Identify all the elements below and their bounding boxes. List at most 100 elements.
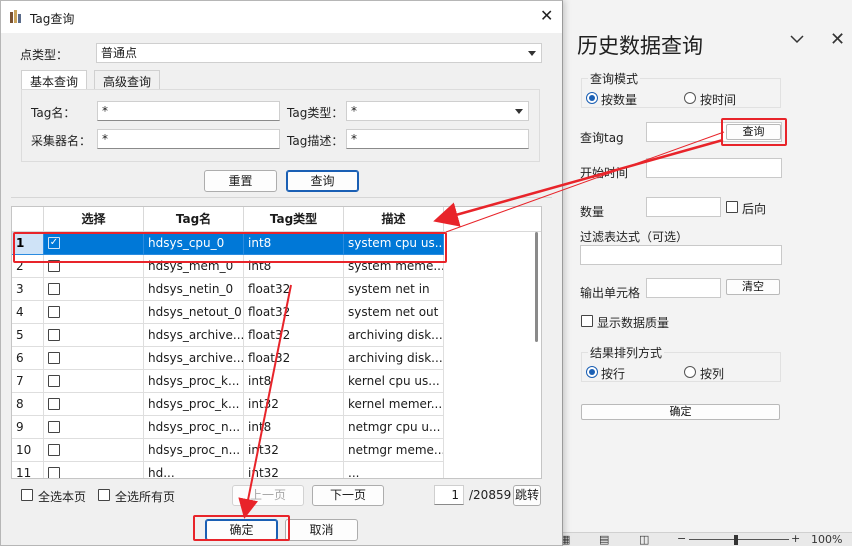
point-type-select[interactable]: 普通点 xyxy=(96,43,542,63)
mode-count-radio[interactable] xyxy=(586,92,598,104)
col-tag-name[interactable]: Tag名 xyxy=(144,207,244,232)
select-cell[interactable] xyxy=(44,324,144,347)
select-cell[interactable] xyxy=(44,347,144,370)
zoom-slider[interactable] xyxy=(689,539,789,540)
tag-name-cell: hdsys_archive... xyxy=(144,324,244,347)
row-checkbox[interactable] xyxy=(48,352,60,364)
backward-checkbox[interactable] xyxy=(726,201,738,213)
select-cell[interactable] xyxy=(44,462,144,478)
zoom-plus-button[interactable]: + xyxy=(791,532,800,545)
select-cell[interactable] xyxy=(44,439,144,462)
sort-row-radio[interactable] xyxy=(586,366,598,378)
select-cell[interactable] xyxy=(44,370,144,393)
row-checkbox[interactable] xyxy=(48,467,60,478)
collector-label: 采集器名： xyxy=(31,134,92,148)
mode-time-radio[interactable] xyxy=(684,92,696,104)
start-time-input[interactable] xyxy=(646,158,782,178)
page-number-input[interactable]: 1 xyxy=(434,485,464,505)
cancel-button[interactable]: 取消 xyxy=(285,519,358,541)
scrollbar-thumb[interactable] xyxy=(535,232,538,342)
show-quality-label: 显示数据质量 xyxy=(597,316,670,330)
prev-page-button[interactable]: 上一页 xyxy=(232,485,304,506)
row-checkbox[interactable] xyxy=(48,283,60,295)
table-row[interactable]: 5 hdsys_archive... float32 archiving disk..… xyxy=(12,324,541,347)
row-checkbox[interactable] xyxy=(48,306,60,318)
table-row[interactable]: 8 hdsys_proc_k... int32 kernel memer... xyxy=(12,393,541,416)
collector-input[interactable]: * xyxy=(97,129,280,149)
description-cell: system cpu us... xyxy=(344,232,444,255)
tag-name-cell: hdsys_proc_k... xyxy=(144,370,244,393)
table-row[interactable]: 6 hdsys_archive... float32 archiving disk..… xyxy=(12,347,541,370)
tag-name-cell: hdsys_archive... xyxy=(144,347,244,370)
sort-col-label: 按列 xyxy=(700,367,725,381)
table-row[interactable]: 4 hdsys_netout_0 float32 system net out xyxy=(12,301,541,324)
row-checkbox[interactable] xyxy=(48,375,60,387)
select-cell[interactable] xyxy=(44,301,144,324)
select-cell[interactable] xyxy=(44,393,144,416)
panel-title: 历史数据查询 xyxy=(577,34,703,58)
tag-table[interactable]: 选择 Tag名 Tag类型 描述 1 ✓ hdsys_cpu_0 int8 system… xyxy=(11,206,542,479)
sort-col-radio[interactable] xyxy=(684,366,696,378)
divider xyxy=(11,197,552,198)
tag-type-cell: int8 xyxy=(244,255,344,278)
output-cell-input[interactable] xyxy=(646,278,721,298)
tag-name-cell: hdsys_proc_n... xyxy=(144,416,244,439)
clear-button[interactable]: 清空 xyxy=(726,279,780,295)
close-icon[interactable]: ✕ xyxy=(540,6,553,25)
row-number: 11 xyxy=(12,462,44,478)
table-row[interactable]: 7 hdsys_proc_k... int8 kernel cpu us... xyxy=(12,370,541,393)
ok-button[interactable]: 确定 xyxy=(205,519,278,541)
row-number: 4 xyxy=(12,301,44,324)
history-confirm-button[interactable]: 确定 xyxy=(581,404,780,420)
vertical-scrollbar[interactable] xyxy=(531,232,541,478)
select-page-checkbox[interactable] xyxy=(21,489,33,501)
row-checkbox[interactable] xyxy=(48,329,60,341)
close-icon[interactable]: ✕ xyxy=(830,29,845,50)
tag-desc-label: Tag描述： xyxy=(287,134,344,148)
tab-basic-query[interactable]: 基本查询 xyxy=(21,70,88,89)
row-number: 9 xyxy=(12,416,44,439)
tag-type-select[interactable]: * xyxy=(346,101,529,121)
count-input[interactable] xyxy=(646,197,721,217)
mode-time-label: 按时间 xyxy=(700,93,737,107)
row-checkbox[interactable] xyxy=(48,398,60,410)
tag-type-cell: float32 xyxy=(244,278,344,301)
col-tag-type[interactable]: Tag类型 xyxy=(244,207,344,232)
select-cell[interactable] xyxy=(44,278,144,301)
view-layout-icon[interactable]: ▤ xyxy=(599,533,609,546)
sort-label: 结果排列方式 xyxy=(588,344,665,361)
table-row[interactable]: 11 hd... int32... xyxy=(12,462,541,478)
row-checkbox[interactable] xyxy=(48,421,60,433)
show-quality-checkbox[interactable] xyxy=(581,315,593,327)
select-all-checkbox[interactable] xyxy=(98,489,110,501)
tag-desc-input[interactable]: * xyxy=(346,129,529,149)
row-checkbox[interactable] xyxy=(48,260,60,272)
history-query-button[interactable]: 查询 xyxy=(726,124,781,140)
query-mode-label: 查询模式 xyxy=(588,70,641,87)
tab-advanced-query[interactable]: 高级查询 xyxy=(94,70,161,89)
table-row[interactable]: 9 hdsys_proc_n... int8 netmgr cpu u... xyxy=(12,416,541,439)
query-button[interactable]: 查询 xyxy=(286,170,359,192)
zoom-minus-button[interactable]: − xyxy=(677,532,686,545)
jump-button[interactable]: 跳转 xyxy=(513,485,541,506)
table-row[interactable]: 2 hdsys_mem_0 int8 system meme... xyxy=(12,255,541,278)
select-cell[interactable] xyxy=(44,416,144,439)
next-page-button[interactable]: 下一页 xyxy=(312,485,384,506)
col-description[interactable]: 描述 xyxy=(344,207,444,232)
zoom-level: 100% xyxy=(811,533,843,546)
checked-checkbox[interactable]: ✓ xyxy=(48,237,60,249)
zoom-slider-thumb[interactable] xyxy=(734,535,738,545)
select-cell[interactable] xyxy=(44,255,144,278)
reset-button[interactable]: 重置 xyxy=(204,170,277,192)
tag-name-input[interactable]: * xyxy=(97,101,280,121)
table-row[interactable]: 1 ✓ hdsys_cpu_0 int8 system cpu us... xyxy=(12,232,541,255)
view-pagebreak-icon[interactable]: ◫ xyxy=(639,533,649,546)
col-select[interactable]: 选择 xyxy=(44,207,144,232)
table-row[interactable]: 10 hdsys_proc_n... int32 netmgr meme... xyxy=(12,439,541,462)
filter-input[interactable] xyxy=(580,245,782,265)
select-cell[interactable]: ✓ xyxy=(44,232,144,255)
table-row[interactable]: 3 hdsys_netin_0 float32 system net in xyxy=(12,278,541,301)
row-checkbox[interactable] xyxy=(48,444,60,456)
point-type-label: 点类型： xyxy=(20,48,69,62)
chevron-down-icon[interactable] xyxy=(788,30,806,48)
